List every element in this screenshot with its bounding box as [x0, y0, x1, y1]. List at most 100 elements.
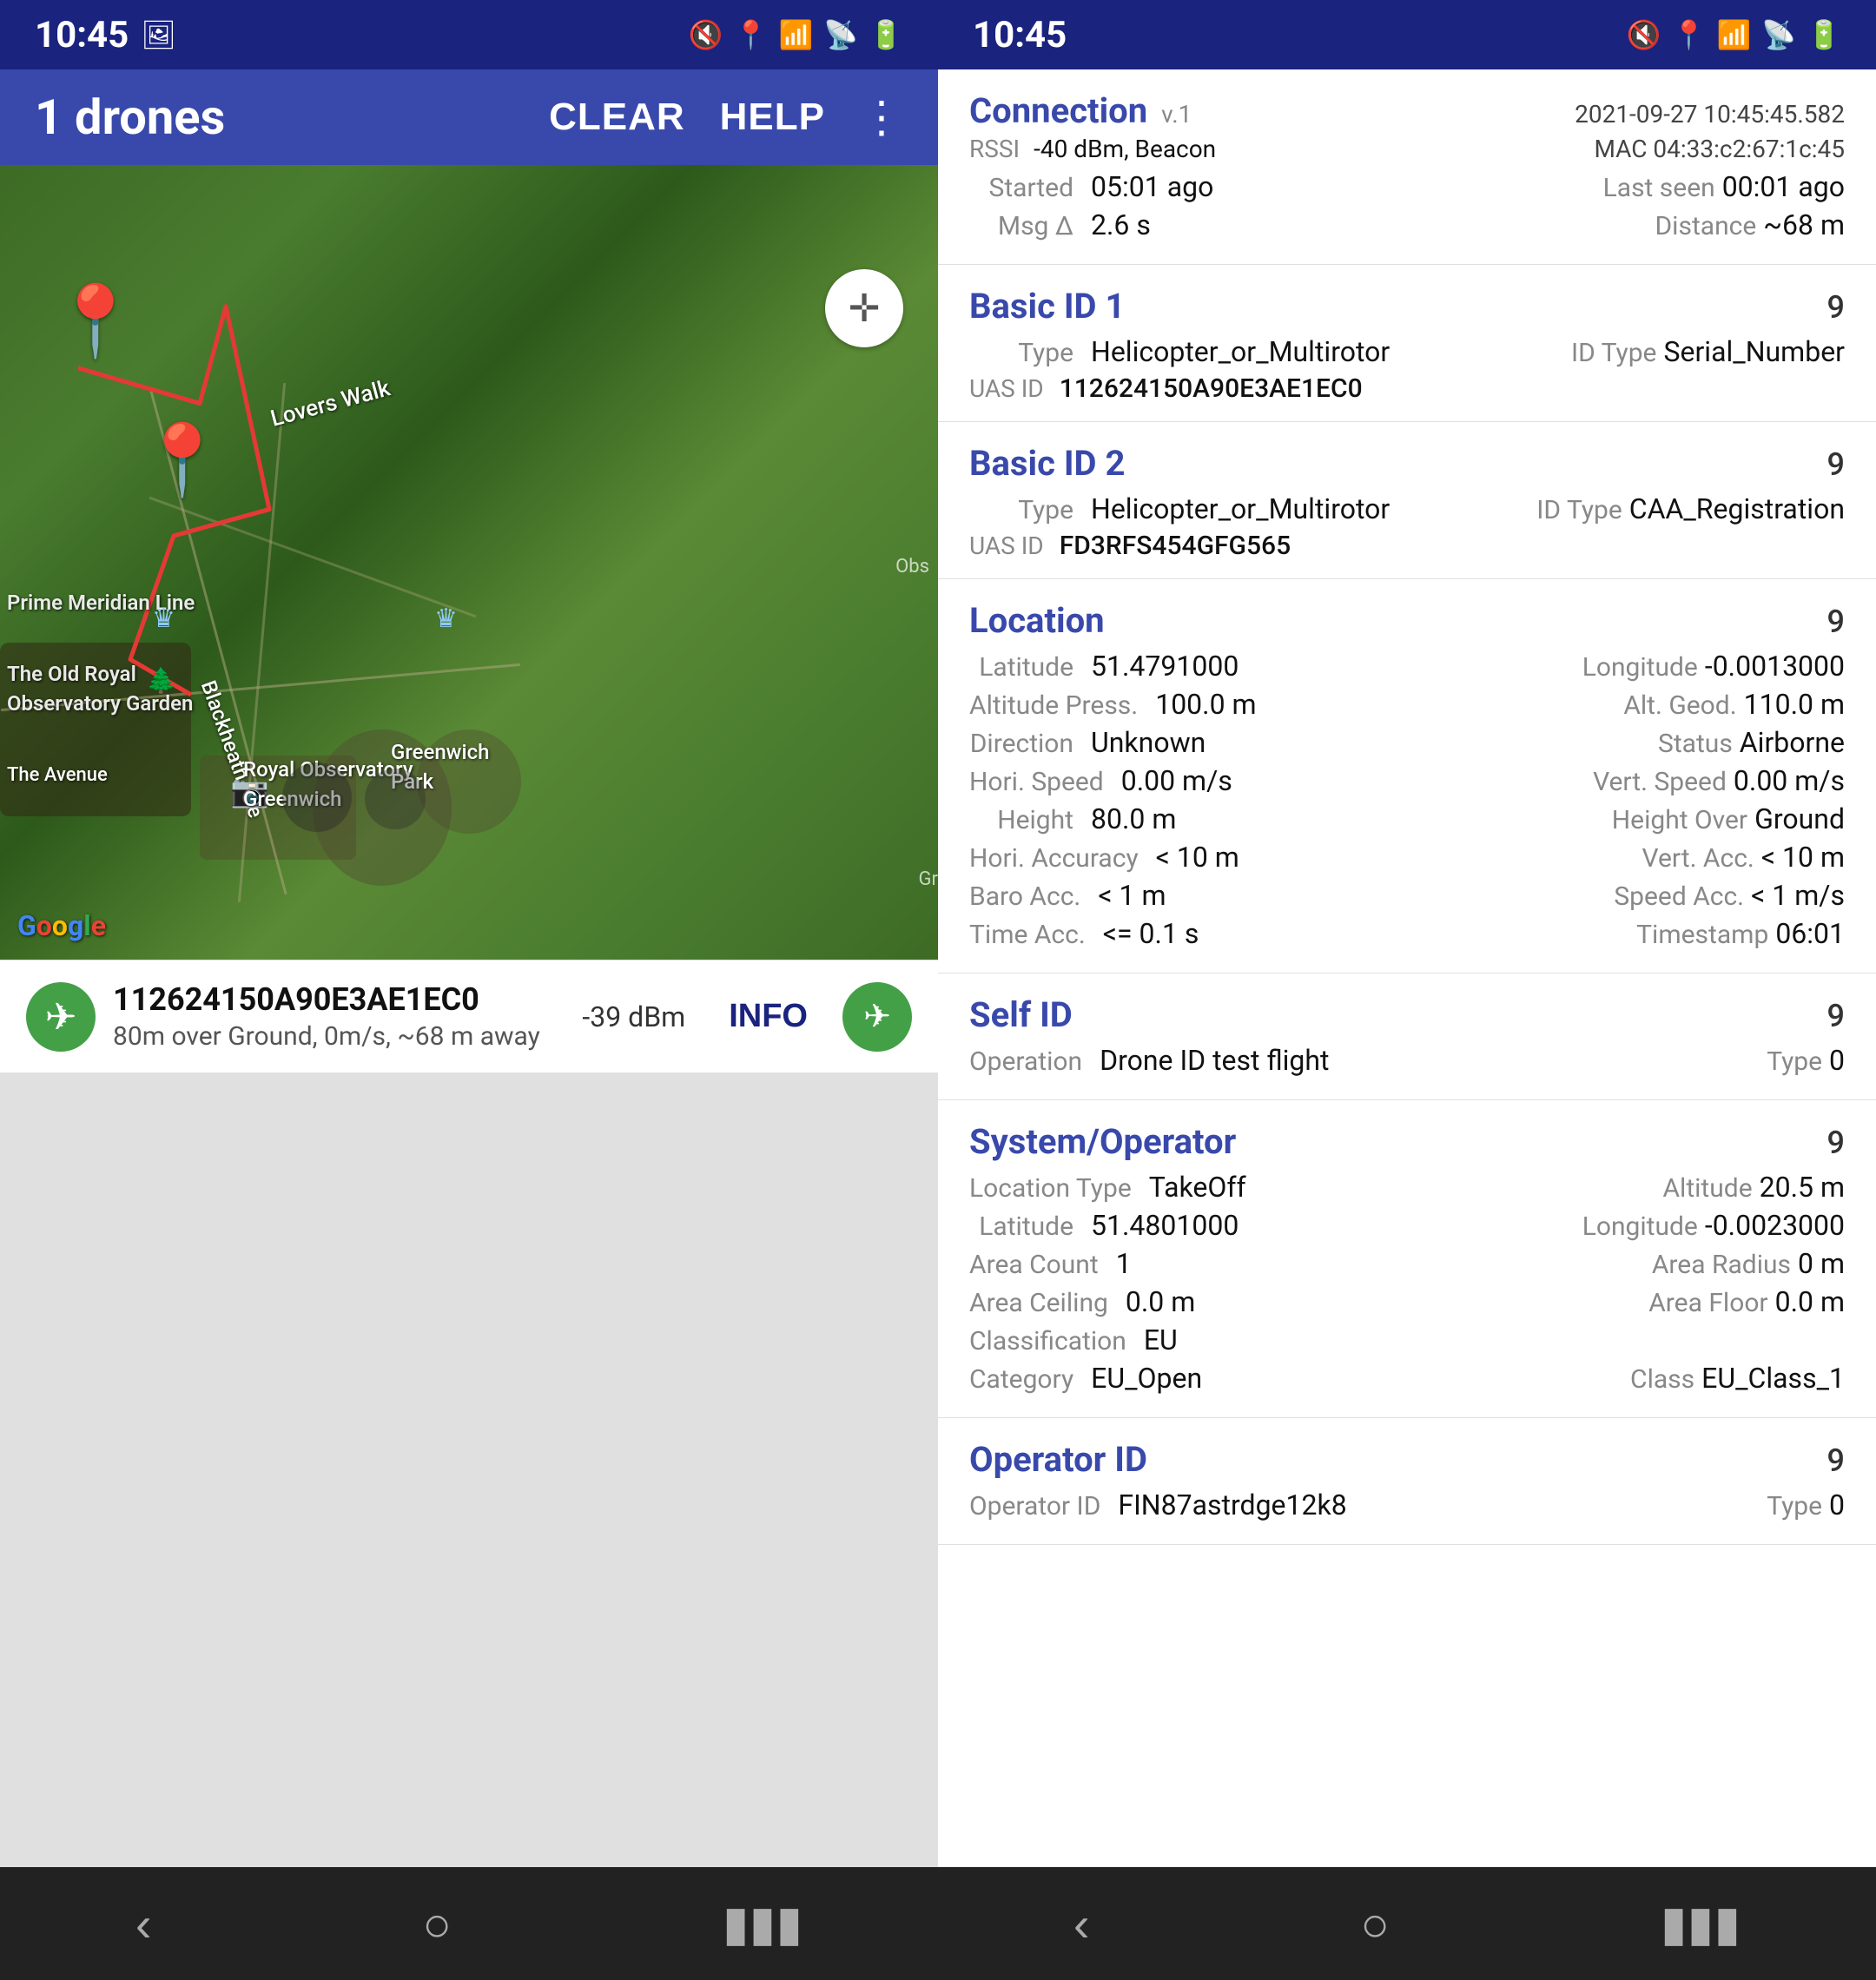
type-value-1: Helicopter_or_Multirotor: [1091, 335, 1390, 368]
location-num: 9: [1827, 604, 1845, 640]
tree-icon: 🌲: [146, 666, 176, 695]
vert-speed-value: 0.00 m/s: [1734, 764, 1845, 797]
longitude-label: Longitude: [1582, 652, 1698, 683]
home-button-left[interactable]: ○: [370, 1878, 504, 1970]
location-section: Location 9 Latitude 51.4791000 Longitude…: [938, 579, 1876, 974]
op-type-value: 0: [1829, 1488, 1845, 1521]
area-count-value: 1: [1116, 1247, 1132, 1280]
help-button[interactable]: HELP: [720, 96, 825, 139]
loc-type-value: TakeOff: [1149, 1171, 1246, 1204]
hori-acc-value: < 10 m: [1156, 841, 1239, 874]
compass-icon: ✛: [849, 286, 881, 331]
category-value: EU_Open: [1091, 1362, 1202, 1395]
info-button[interactable]: INFO: [720, 989, 816, 1044]
msg-label: Msg Δ: [969, 211, 1073, 241]
alt-press-value: 100.0 m: [1155, 688, 1256, 721]
timestamp-value: 06:01: [1775, 917, 1845, 950]
rssi-label: RSSI: [969, 135, 1020, 163]
basic-id-2-num: 9: [1827, 446, 1845, 483]
last-seen-unit: ago: [1798, 170, 1845, 203]
height-over-value: Ground: [1754, 802, 1845, 835]
status-icons-right: 🔇 📍 📶 📡 🔋: [1627, 18, 1841, 51]
crown-icon-1: ♛: [152, 604, 175, 634]
drone-info-bar: ✈ 112624150A90E3AE1EC0 80m over Ground, …: [0, 960, 938, 1072]
back-button-right[interactable]: ‹: [1021, 1878, 1142, 1970]
wifi-icon-right: 📶: [1716, 18, 1751, 51]
clear-button[interactable]: CLEAR: [549, 96, 685, 139]
drone-info-text: 112624150A90E3AE1EC0 80m over Ground, 0m…: [113, 981, 565, 1052]
height-over-label: Height Over: [1612, 805, 1747, 835]
system-operator-title: System/Operator: [969, 1121, 1236, 1162]
status-bar-left: 10:45 🖼 🔇 📍 📶 📡 🔋: [0, 0, 938, 69]
baro-acc-value: < 1 m: [1098, 879, 1166, 912]
signal-icon: 📡: [823, 18, 858, 51]
recent-button-left[interactable]: ▮▮▮: [670, 1878, 855, 1970]
status-icons-left: 🔇 📍 📶 📡 🔋: [689, 18, 903, 51]
id-type-value-1: Serial_Number: [1663, 335, 1845, 368]
sys-lat-value: 51.4801000: [1091, 1209, 1239, 1242]
classification-value: EU: [1144, 1323, 1178, 1356]
started-unit: ago: [1167, 170, 1214, 203]
crown-icon-2: ♛: [434, 604, 458, 634]
basic-id-1-section: Basic ID 1 9 Type Helicopter_or_Multirot…: [938, 265, 1876, 422]
detail-scroll[interactable]: Connection v.1 2021-09-27 10:45:45.582 R…: [938, 69, 1876, 1867]
header-left: 1 drones CLEAR HELP ⋮: [0, 69, 938, 165]
vert-acc-value: < 10 m: [1761, 841, 1845, 874]
connection-version: v.1: [1161, 100, 1192, 129]
home-pin: 📍: [52, 287, 139, 356]
time-left: 10:45: [35, 14, 129, 56]
alt-press-label: Altitude Press.: [969, 690, 1138, 721]
basic-id-1-title: Basic ID 1: [969, 286, 1125, 327]
last-seen-value: 00:01: [1722, 170, 1792, 203]
map-background: 📍 📍 ✛ Lovers Walk Prime Meridian Line ♛ …: [0, 165, 938, 960]
connection-title: Connection: [969, 90, 1147, 131]
mac-value: MAC 04:33:c2:67:1c:45: [1594, 135, 1845, 163]
compass-button[interactable]: ✛: [825, 269, 903, 347]
started-label: Started: [969, 173, 1073, 203]
op-id-value: FIN87astrdge12k8: [1118, 1488, 1346, 1521]
left-panel: 10:45 🖼 🔇 📍 📶 📡 🔋 1 drones CLEAR HELP ⋮: [0, 0, 938, 1980]
image-icon: 🖼: [141, 18, 176, 51]
drone-pin: 📍: [139, 426, 226, 495]
recent-button-right[interactable]: ▮▮▮: [1608, 1878, 1793, 1970]
area-count-label: Area Count: [969, 1250, 1099, 1280]
time-acc-value: <= 0.1 s: [1103, 917, 1199, 950]
operation-value: Drone ID test flight: [1100, 1044, 1329, 1077]
system-operator-section: System/Operator 9 Location Type TakeOff …: [938, 1100, 1876, 1418]
speed-acc-value: < 1 m/s: [1751, 879, 1845, 912]
id-type-value-2: CAA_Registration: [1629, 492, 1845, 525]
msg-value: 2.6 s: [1091, 208, 1151, 241]
location-icon: 📍: [734, 18, 769, 51]
direction-label: Direction: [969, 729, 1073, 759]
hori-acc-label: Hori. Accuracy: [969, 843, 1139, 874]
alt-geod-value: 110.0 m: [1744, 688, 1845, 721]
classification-label: Classification: [969, 1326, 1126, 1356]
map-container[interactable]: 📍 📍 ✛ Lovers Walk Prime Meridian Line ♛ …: [0, 165, 938, 960]
category-label: Category: [969, 1364, 1073, 1395]
system-operator-num: 9: [1827, 1125, 1845, 1161]
id-type-label-1: ID Type: [1571, 338, 1657, 368]
back-button-left[interactable]: ‹: [83, 1878, 204, 1970]
location-title: Location: [969, 600, 1105, 641]
home-button-right[interactable]: ○: [1308, 1878, 1442, 1970]
height-label: Height: [969, 805, 1073, 835]
status-value: Airborne: [1740, 726, 1845, 759]
flight-path: [0, 165, 938, 960]
sys-altitude-label: Altitude: [1662, 1173, 1752, 1204]
more-menu-button[interactable]: ⋮: [860, 92, 903, 143]
connection-timestamp: 2021-09-27 10:45:45.582: [1575, 100, 1845, 129]
type-value-2: Helicopter_or_Multirotor: [1091, 492, 1390, 525]
self-type-value: 0: [1829, 1044, 1845, 1077]
battery-icon: 🔋: [869, 18, 903, 51]
rssi-value: -40 dBm, Beacon: [1034, 135, 1216, 163]
baro-acc-label: Baro Acc.: [969, 881, 1080, 912]
mute-icon-right: 🔇: [1627, 18, 1661, 51]
alt-geod-label: Alt. Geod.: [1623, 690, 1736, 721]
sys-lat-label: Latitude: [969, 1211, 1073, 1242]
connection-section: Connection v.1 2021-09-27 10:45:45.582 R…: [938, 69, 1876, 265]
time-acc-label: Time Acc.: [969, 920, 1086, 950]
battery-icon-right: 🔋: [1807, 18, 1841, 51]
obs-text-right: Obs: [895, 556, 929, 578]
wifi-icon: 📶: [778, 18, 813, 51]
uas-label-1: UAS ID: [969, 374, 1044, 403]
